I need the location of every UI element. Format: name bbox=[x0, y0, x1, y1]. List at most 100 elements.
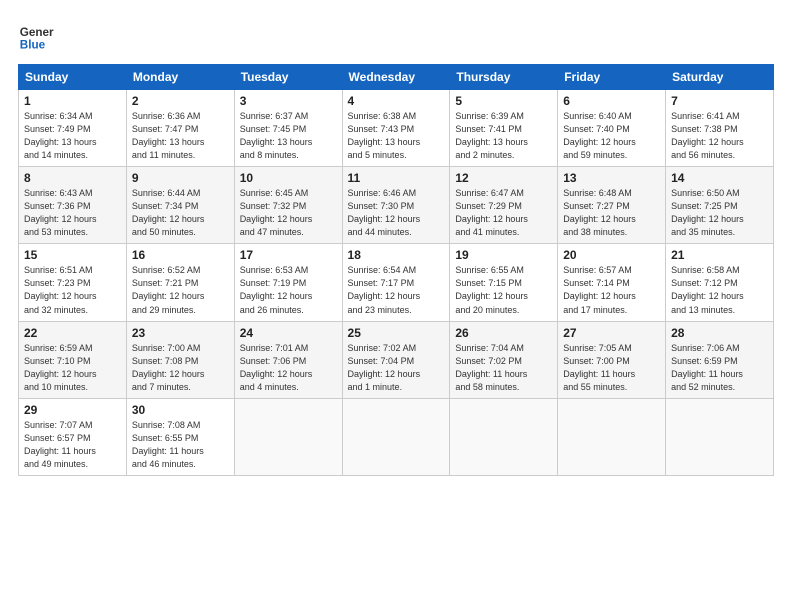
day-info: Sunrise: 6:48 AMSunset: 7:27 PMDaylight:… bbox=[563, 187, 660, 239]
day-number: 5 bbox=[455, 94, 552, 108]
day-cell: 29 Sunrise: 7:07 AMSunset: 6:57 PMDayligh… bbox=[19, 398, 127, 475]
day-cell: 26Sunrise: 7:04 AMSunset: 7:02 PMDayligh… bbox=[450, 321, 558, 398]
header-day-friday: Friday bbox=[558, 65, 666, 90]
day-number: 19 bbox=[455, 248, 552, 262]
day-cell bbox=[234, 398, 342, 475]
day-cell: 21 Sunrise: 6:58 AMSunset: 7:12 PMDayligh… bbox=[666, 244, 774, 321]
day-info: Sunrise: 7:06 AMSunset: 6:59 PMDaylight:… bbox=[671, 342, 768, 394]
day-info: Sunrise: 6:37 AMSunset: 7:45 PMDaylight:… bbox=[240, 110, 337, 162]
day-number: 3 bbox=[240, 94, 337, 108]
week-row-2: 8 Sunrise: 6:43 AMSunset: 7:36 PMDaylight… bbox=[19, 167, 774, 244]
day-info: Sunrise: 6:40 AMSunset: 7:40 PMDaylight:… bbox=[563, 110, 660, 162]
day-cell: 5 Sunrise: 6:39 AMSunset: 7:41 PMDaylight… bbox=[450, 90, 558, 167]
day-info: Sunrise: 6:38 AMSunset: 7:43 PMDaylight:… bbox=[348, 110, 445, 162]
day-cell: 25 Sunrise: 7:02 AMSunset: 7:04 PMDayligh… bbox=[342, 321, 450, 398]
day-info: Sunrise: 7:05 AMSunset: 7:00 PMDaylight:… bbox=[563, 342, 660, 394]
header-day-saturday: Saturday bbox=[666, 65, 774, 90]
day-info: Sunrise: 6:54 AMSunset: 7:17 PMDaylight:… bbox=[348, 264, 445, 316]
calendar-header: SundayMondayTuesdayWednesdayThursdayFrid… bbox=[19, 65, 774, 90]
day-info: Sunrise: 7:08 AMSunset: 6:55 PMDaylight:… bbox=[132, 419, 229, 471]
day-number: 17 bbox=[240, 248, 337, 262]
logo-icon: General Blue bbox=[18, 18, 54, 54]
svg-text:General: General bbox=[20, 26, 54, 39]
day-number: 25 bbox=[348, 326, 445, 340]
day-info: Sunrise: 6:36 AMSunset: 7:47 PMDaylight:… bbox=[132, 110, 229, 162]
day-cell: 4 Sunrise: 6:38 AMSunset: 7:43 PMDaylight… bbox=[342, 90, 450, 167]
page: General Blue SundayMondayTuesdayWednesda… bbox=[0, 0, 792, 612]
day-cell: 2 Sunrise: 6:36 AMSunset: 7:47 PMDaylight… bbox=[126, 90, 234, 167]
day-number: 12 bbox=[455, 171, 552, 185]
day-number: 23 bbox=[132, 326, 229, 340]
day-cell: 24Sunrise: 7:01 AMSunset: 7:06 PMDayligh… bbox=[234, 321, 342, 398]
day-info: Sunrise: 6:44 AMSunset: 7:34 PMDaylight:… bbox=[132, 187, 229, 239]
day-info: Sunrise: 6:47 AMSunset: 7:29 PMDaylight:… bbox=[455, 187, 552, 239]
day-info: Sunrise: 6:39 AMSunset: 7:41 PMDaylight:… bbox=[455, 110, 552, 162]
svg-text:Blue: Blue bbox=[20, 39, 46, 52]
day-cell: 23 Sunrise: 7:00 AMSunset: 7:08 PMDayligh… bbox=[126, 321, 234, 398]
day-cell: 19Sunrise: 6:55 AMSunset: 7:15 PMDayligh… bbox=[450, 244, 558, 321]
day-info: Sunrise: 7:02 AMSunset: 7:04 PMDaylight:… bbox=[348, 342, 445, 394]
day-number: 4 bbox=[348, 94, 445, 108]
day-number: 14 bbox=[671, 171, 768, 185]
day-cell: 11 Sunrise: 6:46 AMSunset: 7:30 PMDayligh… bbox=[342, 167, 450, 244]
day-cell: 18 Sunrise: 6:54 AMSunset: 7:17 PMDayligh… bbox=[342, 244, 450, 321]
day-cell: 30 Sunrise: 7:08 AMSunset: 6:55 PMDayligh… bbox=[126, 398, 234, 475]
day-info: Sunrise: 7:00 AMSunset: 7:08 PMDaylight:… bbox=[132, 342, 229, 394]
day-number: 22 bbox=[24, 326, 121, 340]
day-cell: 3 Sunrise: 6:37 AMSunset: 7:45 PMDaylight… bbox=[234, 90, 342, 167]
day-number: 11 bbox=[348, 171, 445, 185]
day-cell: 28Sunrise: 7:06 AMSunset: 6:59 PMDayligh… bbox=[666, 321, 774, 398]
day-number: 21 bbox=[671, 248, 768, 262]
day-number: 16 bbox=[132, 248, 229, 262]
day-info: Sunrise: 7:07 AMSunset: 6:57 PMDaylight:… bbox=[24, 419, 121, 471]
day-number: 18 bbox=[348, 248, 445, 262]
day-number: 15 bbox=[24, 248, 121, 262]
day-cell bbox=[450, 398, 558, 475]
header-day-thursday: Thursday bbox=[450, 65, 558, 90]
day-cell: 14 Sunrise: 6:50 AMSunset: 7:25 PMDayligh… bbox=[666, 167, 774, 244]
day-number: 10 bbox=[240, 171, 337, 185]
day-number: 2 bbox=[132, 94, 229, 108]
day-number: 7 bbox=[671, 94, 768, 108]
day-info: Sunrise: 6:46 AMSunset: 7:30 PMDaylight:… bbox=[348, 187, 445, 239]
day-info: Sunrise: 6:58 AMSunset: 7:12 PMDaylight:… bbox=[671, 264, 768, 316]
day-info: Sunrise: 6:57 AMSunset: 7:14 PMDaylight:… bbox=[563, 264, 660, 316]
day-cell: 15 Sunrise: 6:51 AMSunset: 7:23 PMDayligh… bbox=[19, 244, 127, 321]
day-cell: 27 Sunrise: 7:05 AMSunset: 7:00 PMDayligh… bbox=[558, 321, 666, 398]
day-number: 13 bbox=[563, 171, 660, 185]
day-info: Sunrise: 6:59 AMSunset: 7:10 PMDaylight:… bbox=[24, 342, 121, 394]
day-info: Sunrise: 6:50 AMSunset: 7:25 PMDaylight:… bbox=[671, 187, 768, 239]
week-row-3: 15 Sunrise: 6:51 AMSunset: 7:23 PMDayligh… bbox=[19, 244, 774, 321]
day-cell bbox=[558, 398, 666, 475]
day-number: 20 bbox=[563, 248, 660, 262]
logo: General Blue bbox=[18, 18, 58, 54]
day-number: 8 bbox=[24, 171, 121, 185]
day-cell: 13 Sunrise: 6:48 AMSunset: 7:27 PMDayligh… bbox=[558, 167, 666, 244]
day-number: 30 bbox=[132, 403, 229, 417]
header-day-sunday: Sunday bbox=[19, 65, 127, 90]
day-info: Sunrise: 6:52 AMSunset: 7:21 PMDaylight:… bbox=[132, 264, 229, 316]
day-number: 1 bbox=[24, 94, 121, 108]
day-cell: 1 Sunrise: 6:34 AMSunset: 7:49 PMDaylight… bbox=[19, 90, 127, 167]
day-info: Sunrise: 6:51 AMSunset: 7:23 PMDaylight:… bbox=[24, 264, 121, 316]
day-cell: 6 Sunrise: 6:40 AMSunset: 7:40 PMDaylight… bbox=[558, 90, 666, 167]
calendar: SundayMondayTuesdayWednesdayThursdayFrid… bbox=[18, 64, 774, 476]
day-number: 29 bbox=[24, 403, 121, 417]
day-number: 9 bbox=[132, 171, 229, 185]
day-cell bbox=[666, 398, 774, 475]
day-number: 6 bbox=[563, 94, 660, 108]
week-row-5: 29 Sunrise: 7:07 AMSunset: 6:57 PMDayligh… bbox=[19, 398, 774, 475]
day-number: 27 bbox=[563, 326, 660, 340]
day-cell: 12 Sunrise: 6:47 AMSunset: 7:29 PMDayligh… bbox=[450, 167, 558, 244]
day-info: Sunrise: 6:34 AMSunset: 7:49 PMDaylight:… bbox=[24, 110, 121, 162]
day-cell: 22 Sunrise: 6:59 AMSunset: 7:10 PMDayligh… bbox=[19, 321, 127, 398]
header-day-monday: Monday bbox=[126, 65, 234, 90]
day-info: Sunrise: 6:41 AMSunset: 7:38 PMDaylight:… bbox=[671, 110, 768, 162]
day-cell: 17 Sunrise: 6:53 AMSunset: 7:19 PMDayligh… bbox=[234, 244, 342, 321]
day-info: Sunrise: 6:43 AMSunset: 7:36 PMDaylight:… bbox=[24, 187, 121, 239]
day-info: Sunrise: 6:53 AMSunset: 7:19 PMDaylight:… bbox=[240, 264, 337, 316]
day-cell: 10Sunrise: 6:45 AMSunset: 7:32 PMDayligh… bbox=[234, 167, 342, 244]
day-cell: 20 Sunrise: 6:57 AMSunset: 7:14 PMDayligh… bbox=[558, 244, 666, 321]
header-day-tuesday: Tuesday bbox=[234, 65, 342, 90]
day-cell bbox=[342, 398, 450, 475]
